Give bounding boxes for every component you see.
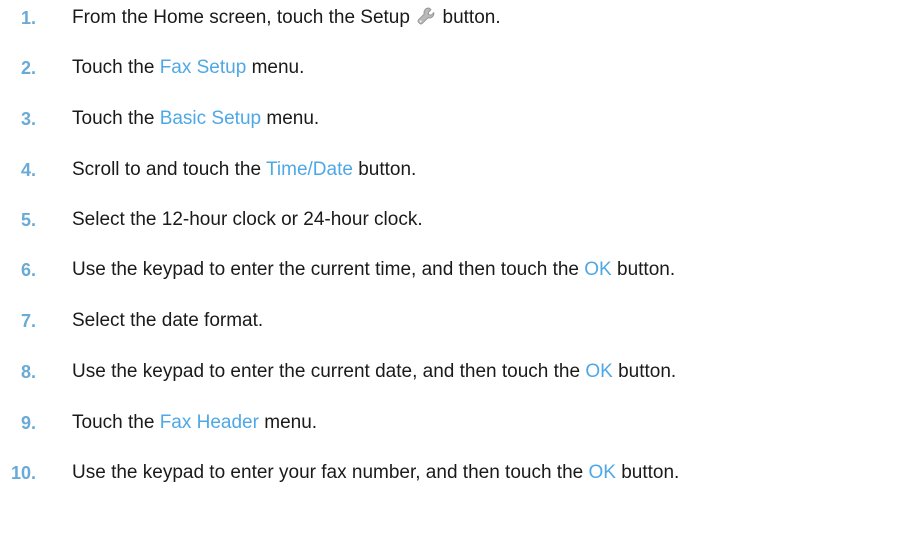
step-text-after: menu. bbox=[251, 57, 305, 78]
step-text-before: Use the keypad to enter your fax number,… bbox=[72, 462, 584, 483]
step-text-before: Scroll to and touch the bbox=[72, 159, 262, 180]
step-text-after: button. bbox=[621, 462, 680, 483]
ok-link[interactable]: OK bbox=[584, 259, 611, 280]
step-text-after: button. bbox=[358, 159, 417, 180]
step-4: 4. Scroll to and touch the Time/Date but… bbox=[0, 156, 923, 184]
step-2: 2. Touch the Fax Setup menu. bbox=[0, 54, 923, 82]
step-number: 10. bbox=[11, 463, 37, 483]
ok-link[interactable]: OK bbox=[585, 361, 612, 382]
step-text: Select the date format. bbox=[72, 310, 264, 331]
step-text: Use the keypad to enter the current date… bbox=[72, 358, 676, 386]
setup-steps-list: 1. From the Home screen, touch the Setup… bbox=[0, 0, 923, 541]
step-number: 7. bbox=[21, 311, 37, 331]
step-number: 6. bbox=[21, 260, 37, 280]
step-text-after: button. bbox=[442, 7, 501, 28]
step-9: 9. Touch the Fax Header menu. bbox=[0, 409, 923, 437]
step-text-after: menu. bbox=[266, 108, 320, 129]
step-text-before: Use the keypad to enter the current date… bbox=[72, 361, 581, 382]
step-text: Touch the Basic Setup menu. bbox=[72, 105, 319, 133]
step-1: 1. From the Home screen, touch the Setup… bbox=[0, 4, 923, 32]
fax-setup-link[interactable]: Fax Setup bbox=[160, 57, 247, 78]
step-6: 6. Use the keypad to enter the current t… bbox=[0, 256, 923, 284]
fax-header-link[interactable]: Fax Header bbox=[160, 412, 259, 433]
step-text: Touch the Fax Header menu. bbox=[72, 409, 317, 437]
step-text-after: button. bbox=[618, 361, 677, 382]
step-text: Select the 12-hour clock or 24-hour cloc… bbox=[72, 209, 423, 230]
step-10: 10. Use the keypad to enter your fax num… bbox=[0, 459, 923, 487]
step-number: 9. bbox=[21, 413, 37, 433]
step-text: Touch the Fax Setup menu. bbox=[72, 54, 304, 82]
step-8: 8. Use the keypad to enter the current d… bbox=[0, 358, 923, 386]
step-text-before: Touch the bbox=[72, 108, 155, 129]
step-number: 1. bbox=[21, 8, 37, 28]
step-text: Use the keypad to enter your fax number,… bbox=[72, 459, 679, 487]
step-text: Scroll to and touch the Time/Date button… bbox=[72, 156, 416, 184]
step-text-before: Touch the bbox=[72, 412, 155, 433]
step-text-before: Touch the bbox=[72, 57, 155, 78]
step-3: 3. Touch the Basic Setup menu. bbox=[0, 105, 923, 133]
step-number: 5. bbox=[21, 210, 37, 230]
basic-setup-link[interactable]: Basic Setup bbox=[160, 108, 261, 129]
step-number: 8. bbox=[21, 362, 37, 382]
ok-link[interactable]: OK bbox=[589, 462, 616, 483]
step-7: 7. Select the date format. bbox=[0, 307, 923, 335]
step-text: Use the keypad to enter the current time… bbox=[72, 256, 675, 284]
step-text: From the Home screen, touch the Setup bu… bbox=[72, 4, 501, 32]
step-number: 3. bbox=[21, 109, 37, 129]
step-number: 2. bbox=[21, 58, 37, 78]
step-text-after: menu. bbox=[264, 412, 318, 433]
step-text-before: From the Home screen, touch the Setup bbox=[72, 7, 410, 28]
time-date-link[interactable]: Time/Date bbox=[266, 159, 353, 180]
step-number: 4. bbox=[21, 160, 37, 180]
step-text-after: button. bbox=[617, 259, 676, 280]
wrench-icon bbox=[417, 7, 435, 25]
step-5: 5. Select the 12-hour clock or 24-hour c… bbox=[0, 206, 923, 234]
step-text-before: Use the keypad to enter the current time… bbox=[72, 259, 579, 280]
